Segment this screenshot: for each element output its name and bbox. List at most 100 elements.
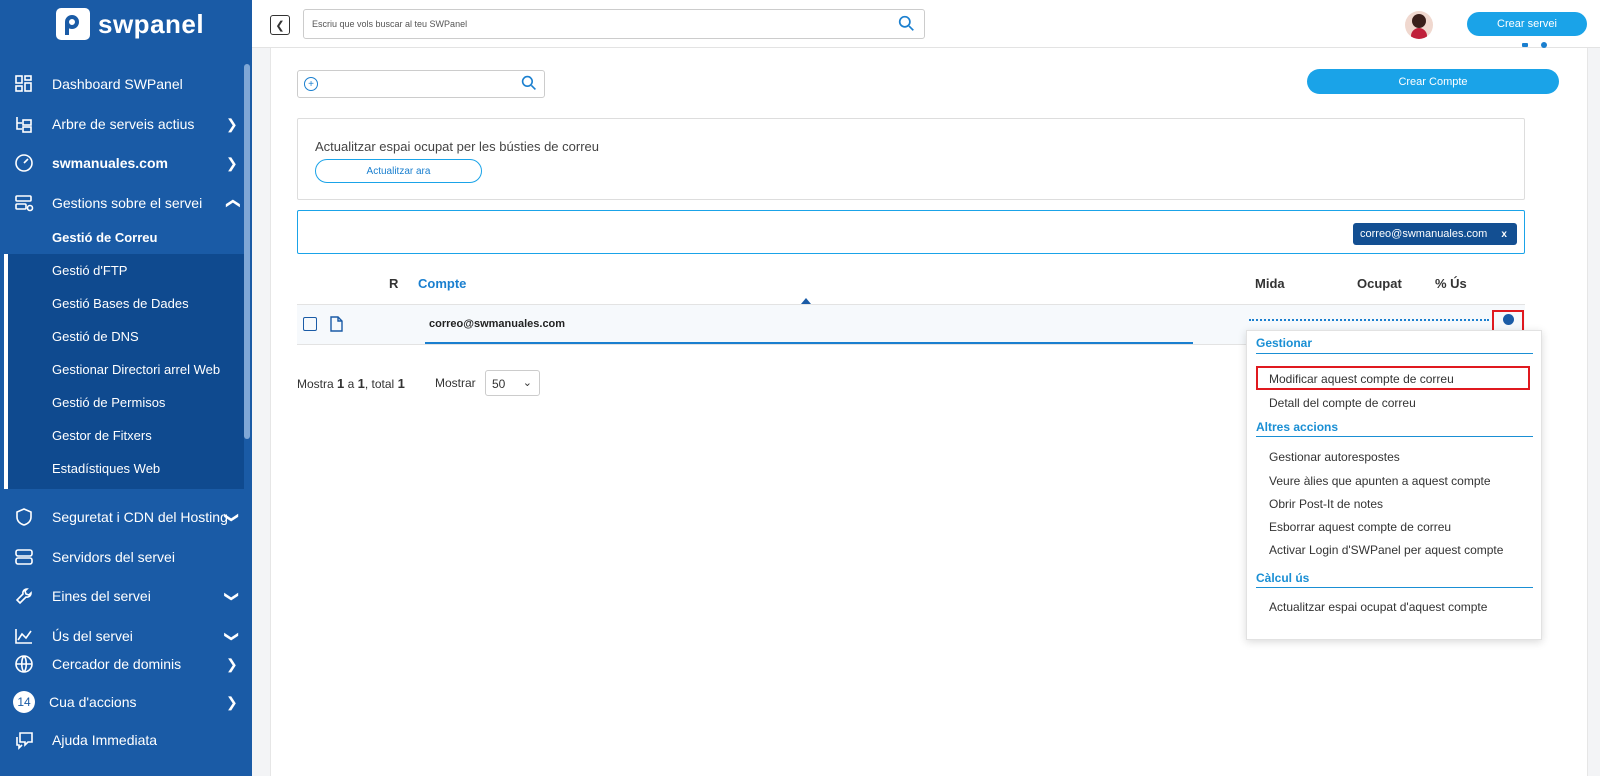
sidebar-item-label: Gestions sobre el servei xyxy=(52,195,203,211)
sidebar-subitem-web-root[interactable]: Gestionar Directori arrel Web xyxy=(4,353,244,386)
sidebar-item-tools[interactable]: Eines del servei ❯ xyxy=(0,578,244,614)
page-size-select[interactable]: 50 ⌄ xyxy=(485,370,540,396)
servers-icon xyxy=(13,546,35,568)
filter-tag-label: correo@swmanuales.com xyxy=(1360,228,1488,240)
chart-icon xyxy=(13,625,35,647)
chevron-down-icon: ⌄ xyxy=(522,377,532,389)
pagination-total-label: , total xyxy=(364,377,395,391)
menu-item-enable-login[interactable]: Activar Login d'SWPanel per aquest compt… xyxy=(1269,543,1503,557)
sidebar-item-service-management[interactable]: Gestions sobre el servei ❯ xyxy=(0,185,244,221)
chevron-right-icon: ❯ xyxy=(226,154,238,171)
chevron-down-icon: ❯ xyxy=(224,630,241,642)
search-icon[interactable] xyxy=(521,75,537,96)
sidebar-scrollbar[interactable] xyxy=(244,64,250,439)
menu-item-autoresponders[interactable]: Gestionar autorespostes xyxy=(1269,450,1400,464)
menu-section-title: Gestionar xyxy=(1256,336,1313,350)
sidebar-subitem-permissions[interactable]: Gestió de Permisos xyxy=(4,386,244,419)
menu-item-delete-account[interactable]: Esborrar aquest compte de correu xyxy=(1269,520,1451,534)
update-usage-box: Actualitzar espai ocupat per les bústies… xyxy=(297,118,1525,200)
sidebar-item-servers[interactable]: Servidors del servei xyxy=(0,539,244,575)
pagination-a: a xyxy=(347,377,355,391)
sidebar-item-active-services[interactable]: Arbre de serveis actius ❯ xyxy=(0,106,244,142)
column-header-usage-percent[interactable]: % Ús xyxy=(1435,276,1467,291)
highlight-box xyxy=(1256,366,1530,390)
sidebar-item-label: Arbre de serveis actius xyxy=(52,116,195,132)
filter-tag[interactable]: correo@swmanuales.com x xyxy=(1353,223,1517,245)
submenu: Gestió de Correu Gestió d'FTP Gestió Bas… xyxy=(4,221,244,489)
sidebar-subitem-dns[interactable]: Gestió de DNS xyxy=(4,320,244,353)
account-email[interactable]: correo@swmanuales.com xyxy=(429,318,565,330)
search-icon[interactable] xyxy=(898,15,915,34)
menu-item-post-it[interactable]: Obrir Post-It de notes xyxy=(1269,497,1383,511)
brand-logo[interactable]: swpanel xyxy=(56,8,204,40)
wrench-icon xyxy=(13,585,35,607)
sidebar-item-domain-search[interactable]: Cercador de dominis ❯ xyxy=(0,646,244,682)
row-checkbox[interactable] xyxy=(303,317,317,331)
sidebar-subitem-label: Gestió de Correu xyxy=(52,230,158,245)
sidebar-item-domain[interactable]: swmanuales.com ❯ xyxy=(0,145,244,181)
sidebar-subitem-databases[interactable]: Gestió Bases de Dades xyxy=(4,287,244,320)
chat-icon xyxy=(13,729,35,751)
document-icon[interactable] xyxy=(330,316,343,337)
sidebar-subitem-label: Gestió de DNS xyxy=(52,329,139,344)
sidebar-item-dashboard[interactable]: Dashboard SWPanel xyxy=(0,66,244,102)
chevron-left-icon: ❮ xyxy=(275,19,285,32)
menu-separator xyxy=(1256,587,1533,588)
pagination-to: 1 xyxy=(357,376,365,391)
chevron-down-icon: ❯ xyxy=(224,511,241,523)
add-filter-icon[interactable]: + xyxy=(304,77,318,91)
tree-icon xyxy=(13,113,35,135)
column-header-r[interactable]: R xyxy=(389,276,398,291)
queue-count-badge: 14 xyxy=(13,691,35,713)
sidebar-item-help[interactable]: Ajuda Immediata xyxy=(0,722,244,758)
sidebar-item-action-queue[interactable]: 14 Cua d'accions ❯ xyxy=(0,684,244,720)
global-search-input[interactable]: Escriu que vols buscar al teu SWPanel xyxy=(303,9,925,39)
queue-count: 14 xyxy=(13,691,35,713)
sidebar-item-label: Ús del servei xyxy=(52,628,133,644)
chevron-right-icon: ❯ xyxy=(226,655,238,672)
sidebar-subitem-file-manager[interactable]: Gestor de Fitxers xyxy=(4,419,244,452)
chevron-right-icon: ❯ xyxy=(226,693,238,710)
pagination-total: 1 xyxy=(397,376,405,391)
menu-separator xyxy=(1256,436,1533,437)
update-now-button[interactable]: Actualitzar ara xyxy=(315,159,482,183)
sidebar-subitem-ftp[interactable]: Gestió d'FTP xyxy=(4,254,244,287)
globe-icon xyxy=(13,653,35,675)
gauge-icon xyxy=(13,152,35,174)
pagination-prefix: Mostra xyxy=(297,377,334,391)
server-gear-icon xyxy=(13,192,35,214)
menu-separator xyxy=(1256,353,1533,354)
account-filter-input[interactable]: + xyxy=(297,70,545,98)
sidebar-item-label: Eines del servei xyxy=(52,588,151,604)
topbar: ❮ Escriu que vols buscar al teu SWPanel … xyxy=(252,0,1600,48)
sidebar-item-label: swmanuales.com xyxy=(52,155,168,171)
sidebar-subitem-label: Gestionar Directori arrel Web xyxy=(52,362,221,377)
column-header-size[interactable]: Mida xyxy=(1255,276,1285,291)
menu-item-view-aliases[interactable]: Veure àlies que apunten a aquest compte xyxy=(1269,474,1491,488)
menu-item-account-details[interactable]: Detall del compte de correu xyxy=(1269,396,1416,410)
sidebar: swpanel Dashboard SWPanel Arbre de serve… xyxy=(0,0,252,776)
sidebar-subitem-label: Gestió Bases de Dades xyxy=(52,296,189,311)
sidebar-item-security-cdn[interactable]: Seguretat i CDN del Hosting ❯ xyxy=(0,499,244,535)
column-header-account[interactable]: Compte xyxy=(418,276,466,291)
chevron-right-icon: ❯ xyxy=(226,115,238,132)
pagination-from: 1 xyxy=(337,376,345,391)
collapse-sidebar-button[interactable]: ❮ xyxy=(270,15,290,35)
menu-item-update-usage[interactable]: Actualitzar espai ocupat d'aquest compte xyxy=(1269,600,1487,614)
sidebar-subitem-mail[interactable]: Gestió de Correu xyxy=(4,221,244,254)
dashboard-icon xyxy=(13,73,35,95)
menu-section-title: Altres accions xyxy=(1256,420,1339,434)
create-service-button[interactable]: Crear servei xyxy=(1467,12,1587,36)
avatar[interactable] xyxy=(1405,11,1433,39)
sidebar-subitem-web-stats[interactable]: Estadístiques Web xyxy=(4,452,244,485)
chevron-up-icon: ❯ xyxy=(223,197,240,209)
sidebar-item-label: Servidors del servei xyxy=(52,549,175,565)
sidebar-item-label: Seguretat i CDN del Hosting xyxy=(52,509,228,525)
sidebar-subitem-label: Gestor de Fitxers xyxy=(52,428,152,443)
create-account-button[interactable]: Crear Compte xyxy=(1307,69,1559,94)
sidebar-item-label: Cua d'accions xyxy=(49,694,137,710)
close-icon[interactable]: x xyxy=(1501,229,1507,240)
sidebar-subitem-label: Estadístiques Web xyxy=(52,461,161,476)
column-header-used[interactable]: Ocupat xyxy=(1357,276,1402,291)
logo-icon xyxy=(56,8,90,40)
